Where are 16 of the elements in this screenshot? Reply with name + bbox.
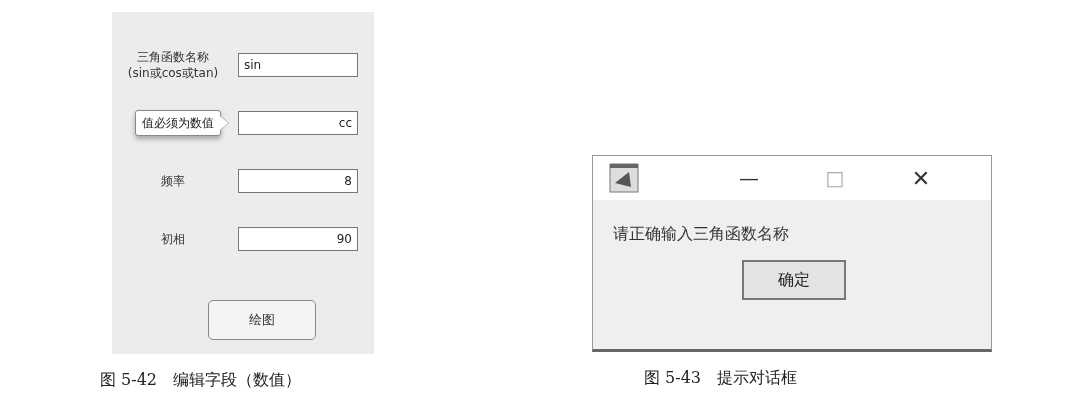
dialog-message: 请正确输入三角函数名称: [613, 223, 790, 245]
field-label: 初相: [160, 231, 186, 247]
ok-button[interactable]: 确定: [742, 260, 846, 300]
plot-button[interactable]: 绘图: [208, 300, 316, 340]
close-button[interactable]: ✕: [903, 161, 939, 195]
input-field[interactable]: cc: [238, 111, 358, 135]
figure-caption: 图 5-42 编辑字段（数值）: [100, 369, 303, 391]
input-field[interactable]: 8: [238, 169, 358, 193]
field-label: 频率: [160, 173, 186, 189]
app-icon: [609, 163, 639, 193]
tooltip-pointer-icon: [220, 115, 230, 131]
field-label: 三角函数名称 (sin或cos或tan): [126, 49, 220, 81]
input-field[interactable]: sin: [238, 53, 358, 77]
input-field[interactable]: 90: [238, 227, 358, 251]
figure-caption: 图 5-43 提示对话框: [644, 367, 799, 389]
minimize-button[interactable]: —: [731, 163, 767, 193]
